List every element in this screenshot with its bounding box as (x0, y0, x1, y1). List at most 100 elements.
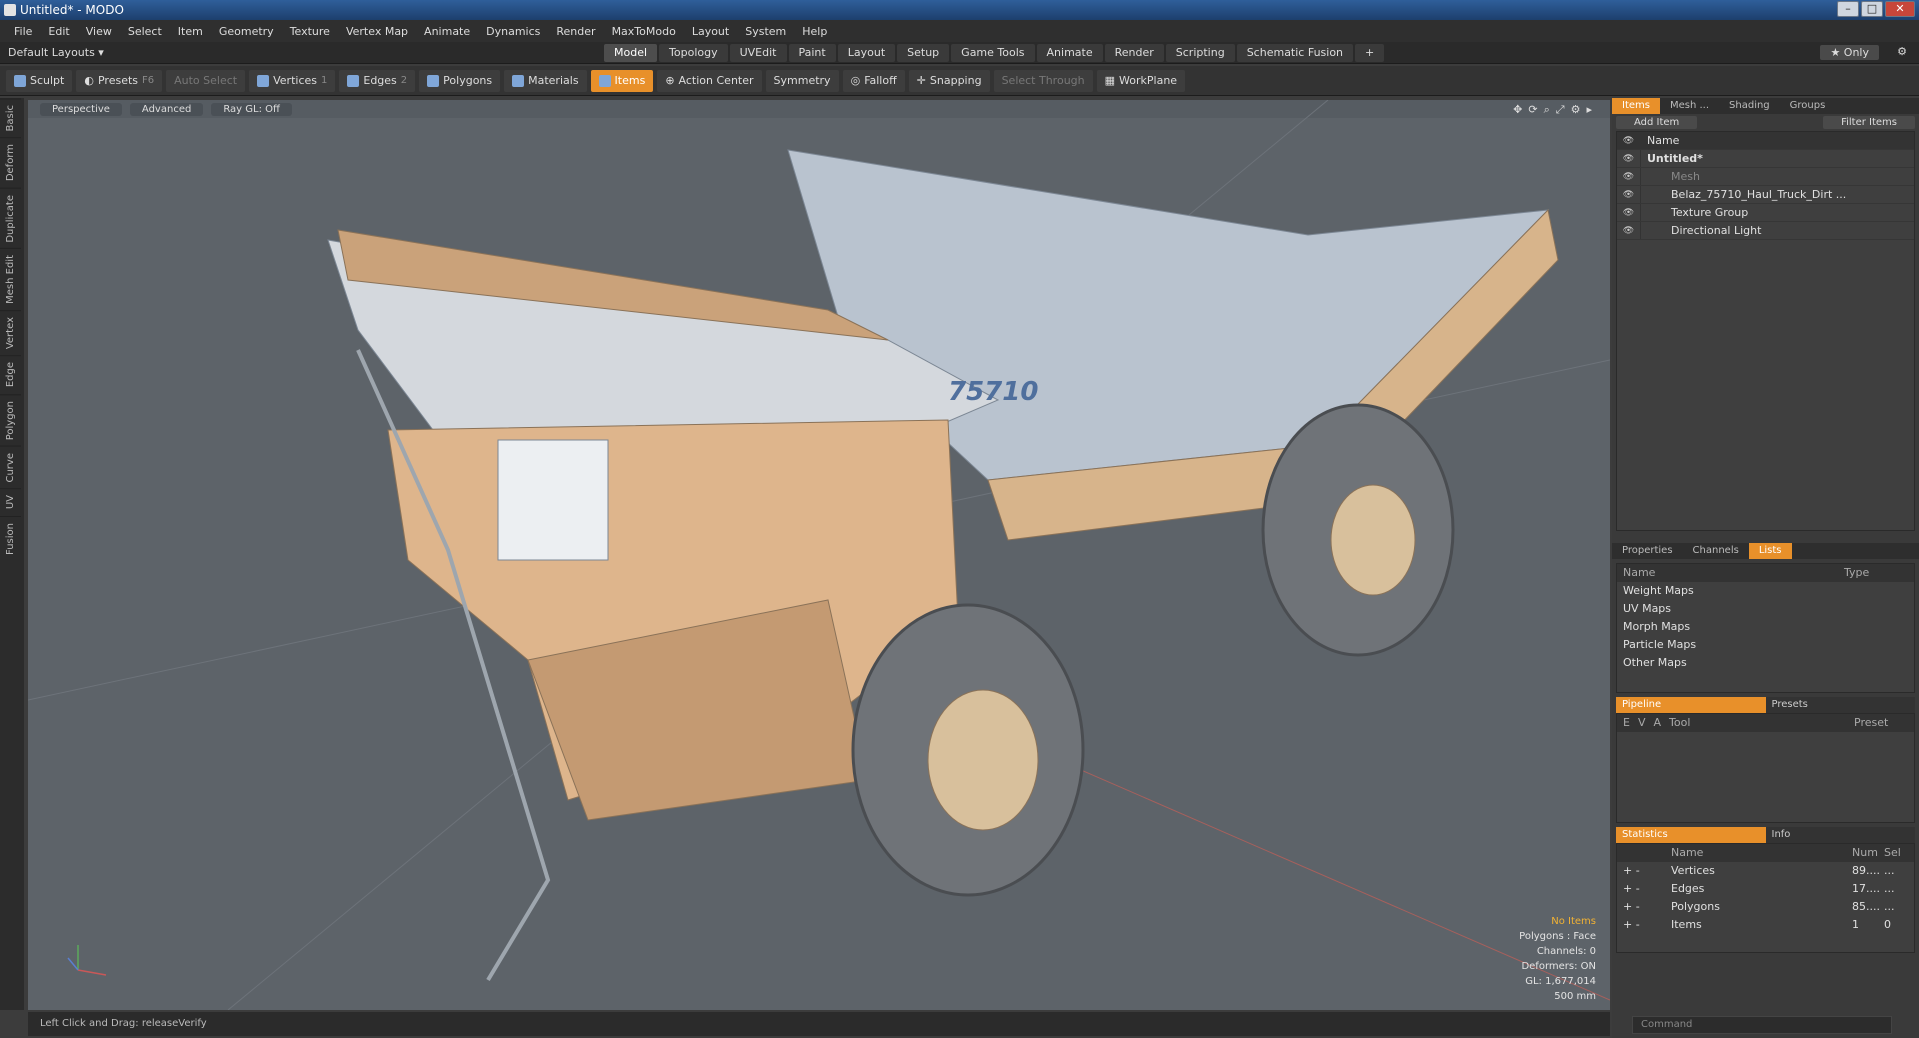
material-icon (512, 74, 525, 87)
menu-view[interactable]: View (78, 25, 120, 38)
filter-items-input[interactable]: Filter Items (1823, 116, 1915, 129)
select-through-button[interactable]: Select Through (993, 69, 1093, 92)
tab-scripting[interactable]: Scripting (1165, 44, 1235, 62)
left-tab-polygon[interactable]: Polygon (0, 393, 21, 446)
app-icon (4, 4, 16, 16)
tree-row[interactable]: 👁 Texture Group (1617, 204, 1914, 222)
tab-mesh[interactable]: Mesh ... (1660, 98, 1719, 114)
left-tab-duplicate[interactable]: Duplicate (0, 187, 21, 249)
eye-icon[interactable]: 👁 (1617, 186, 1641, 203)
polygons-button[interactable]: Polygons (419, 69, 501, 92)
tab-properties[interactable]: Properties (1612, 543, 1683, 559)
tab-info[interactable]: Info (1765, 827, 1915, 843)
list-item[interactable]: UV Maps (1617, 600, 1914, 618)
tree-row[interactable]: 👁 Directional Light (1617, 222, 1914, 240)
only-toggle[interactable]: ★ Only (1820, 45, 1879, 60)
left-tab-basic[interactable]: Basic (0, 98, 21, 138)
tab-layout[interactable]: Layout (837, 44, 896, 62)
minimize-button[interactable]: – (1837, 1, 1859, 17)
tree-row[interactable]: 👁 Untitled* (1617, 150, 1914, 168)
tab-groups[interactable]: Groups (1780, 98, 1836, 114)
list-item[interactable]: Other Maps (1617, 654, 1914, 672)
maximize-button[interactable]: □ (1861, 1, 1883, 17)
snap-icon: ✛ (916, 74, 926, 87)
tab-schematic-fusion[interactable]: Schematic Fusion (1236, 44, 1354, 62)
menu-file[interactable]: File (6, 25, 40, 38)
main-toolbar: Sculpt ◐ Presets F6 Auto Select Vertices 1 … (0, 66, 1919, 96)
symmetry-button[interactable]: Symmetry (765, 69, 839, 92)
add-tab-button[interactable]: + (1355, 44, 1385, 62)
presets-icon: ◐ (84, 74, 94, 87)
falloff-button[interactable]: ◎ Falloff (842, 69, 905, 92)
add-item-button[interactable]: Add Item (1616, 116, 1698, 129)
eye-icon[interactable]: 👁 (1617, 150, 1641, 167)
left-tab-fusion[interactable]: Fusion (0, 515, 21, 561)
menu-system[interactable]: System (737, 25, 794, 38)
menu-vertex-map[interactable]: Vertex Map (338, 25, 416, 38)
snapping-button[interactable]: ✛ Snapping (908, 69, 990, 92)
menu-texture[interactable]: Texture (282, 25, 338, 38)
presets-button[interactable]: ◐ Presets F6 (76, 69, 163, 92)
eye-icon[interactable]: 👁 (1617, 222, 1641, 239)
tab-render[interactable]: Render (1104, 44, 1164, 62)
tab-statistics[interactable]: Statistics (1616, 827, 1766, 843)
menu-maxtomodo[interactable]: MaxToModo (604, 25, 684, 38)
tree-row[interactable]: 👁 Belaz_75710_Haul_Truck_Dirt ... (1617, 186, 1914, 204)
haul-truck-model: 75710 (28, 100, 1610, 1010)
layout-bar: Default Layouts ▾ Model Topology UVEdit … (0, 42, 1919, 64)
sculpt-button[interactable]: Sculpt (6, 69, 73, 92)
tab-lists[interactable]: Lists (1748, 543, 1792, 559)
left-tab-curve[interactable]: Curve (0, 445, 21, 489)
menu-geometry[interactable]: Geometry (211, 25, 282, 38)
3d-viewport[interactable]: Perspective Advanced Ray GL: Off ✥ ⟳ ⌕ ⤢… (28, 100, 1610, 1010)
menu-animate[interactable]: Animate (416, 25, 478, 38)
tab-uvedit[interactable]: UVEdit (729, 44, 787, 62)
vertices-button[interactable]: Vertices 1 (249, 69, 336, 92)
table-row[interactable]: + - Polygons 85....... (1617, 898, 1914, 916)
left-tab-edge[interactable]: Edge (0, 355, 21, 394)
tab-presets[interactable]: Presets (1765, 697, 1915, 713)
left-tab-mesh-edit[interactable]: Mesh Edit (0, 248, 21, 311)
workplane-button[interactable]: ▦ WorkPlane (1096, 69, 1186, 92)
left-tab-uv[interactable]: UV (0, 488, 21, 516)
materials-button[interactable]: Materials (504, 69, 587, 92)
menu-dynamics[interactable]: Dynamics (478, 25, 548, 38)
layout-selector[interactable]: Default Layouts ▾ (8, 46, 104, 59)
statistics-panel: Name Num Sel + - Vertices 89....... + - Edges… (1616, 843, 1915, 953)
table-row[interactable]: + - Items 1 0 (1617, 916, 1914, 934)
auto-select-button[interactable]: Auto Select (166, 69, 246, 92)
menu-help[interactable]: Help (794, 25, 835, 38)
tab-paint[interactable]: Paint (788, 44, 836, 62)
action-center-button[interactable]: ⊕ Action Center (657, 69, 762, 92)
menu-item[interactable]: Item (170, 25, 211, 38)
tab-game-tools[interactable]: Game Tools (951, 44, 1035, 62)
left-tab-vertex[interactable]: Vertex (0, 310, 21, 356)
table-row[interactable]: + - Edges 17....... (1617, 880, 1914, 898)
tab-setup[interactable]: Setup (897, 44, 950, 62)
eye-icon[interactable]: 👁 (1617, 168, 1641, 185)
close-button[interactable]: ✕ (1885, 1, 1915, 17)
list-item[interactable]: Morph Maps (1617, 618, 1914, 636)
gear-icon[interactable]: ⚙ (1897, 45, 1907, 58)
eye-icon[interactable]: 👁 (1617, 204, 1641, 221)
command-input[interactable]: Command (1632, 1016, 1892, 1034)
tree-row[interactable]: 👁 Mesh (1617, 168, 1914, 186)
item-tree: 👁 Name 👁 Untitled* 👁 Mesh 👁 Belaz_75710_Haul… (1616, 131, 1915, 531)
tab-items[interactable]: Items (1612, 98, 1660, 114)
tab-pipeline[interactable]: Pipeline (1616, 697, 1766, 713)
menu-render[interactable]: Render (548, 25, 603, 38)
tab-channels[interactable]: Channels (1683, 543, 1749, 559)
tab-model[interactable]: Model (604, 44, 658, 62)
edges-button[interactable]: Edges 2 (339, 69, 416, 92)
left-tab-deform[interactable]: Deform (0, 137, 21, 188)
items-button[interactable]: Items (590, 69, 654, 92)
list-item[interactable]: Weight Maps (1617, 582, 1914, 600)
tab-topology[interactable]: Topology (659, 44, 728, 62)
menu-layout[interactable]: Layout (684, 25, 737, 38)
menu-select[interactable]: Select (120, 25, 170, 38)
list-item[interactable]: Particle Maps (1617, 636, 1914, 654)
menu-edit[interactable]: Edit (40, 25, 77, 38)
tab-shading[interactable]: Shading (1719, 98, 1780, 114)
tab-animate[interactable]: Animate (1036, 44, 1103, 62)
table-row[interactable]: + - Vertices 89....... (1617, 862, 1914, 880)
